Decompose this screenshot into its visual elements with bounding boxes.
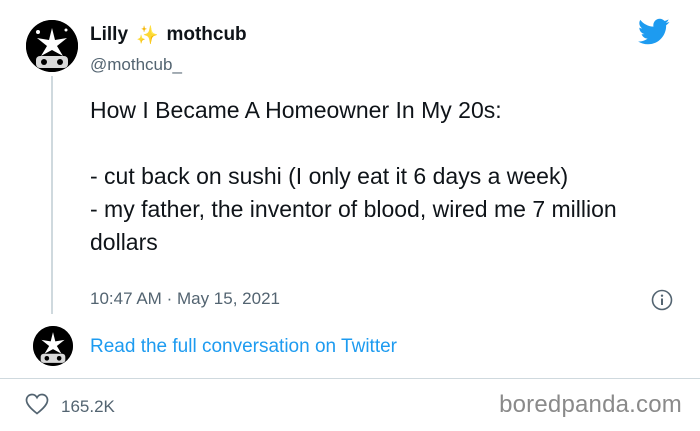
display-name[interactable]: Lilly bbox=[90, 24, 128, 46]
display-name-suffix[interactable]: mothcub bbox=[166, 24, 246, 46]
tweet-time[interactable]: 10:47 AM bbox=[90, 289, 162, 308]
tweet-text: How I Became A Homeowner In My 20s: - cu… bbox=[90, 97, 617, 255]
tweet-timestamp[interactable]: 10:47 AM · May 15, 2021 bbox=[90, 289, 280, 309]
thread-line bbox=[51, 76, 53, 314]
tweet-date[interactable]: May 15, 2021 bbox=[177, 289, 280, 308]
heart-icon[interactable] bbox=[25, 393, 49, 420]
like-count: 165.2K bbox=[61, 396, 115, 416]
reply-avatar-image bbox=[33, 326, 73, 366]
author-name-row[interactable]: Lilly ✨ mothcub bbox=[90, 24, 247, 46]
user-handle[interactable]: @mothcub_ bbox=[90, 55, 182, 75]
divider bbox=[0, 378, 700, 379]
read-full-conversation-link[interactable]: Read the full conversation on Twitter bbox=[90, 336, 397, 358]
sparkle-icon: ✨ bbox=[136, 25, 159, 45]
avatar[interactable] bbox=[26, 20, 78, 72]
reply-avatar[interactable] bbox=[33, 326, 73, 366]
twitter-bird-icon[interactable] bbox=[638, 18, 670, 46]
info-icon[interactable] bbox=[651, 289, 673, 311]
like-button[interactable]: 165.2K bbox=[25, 393, 115, 420]
meta-separator: · bbox=[166, 289, 173, 308]
watermark: boredpanda.com bbox=[499, 391, 682, 418]
avatar-image bbox=[26, 20, 78, 72]
